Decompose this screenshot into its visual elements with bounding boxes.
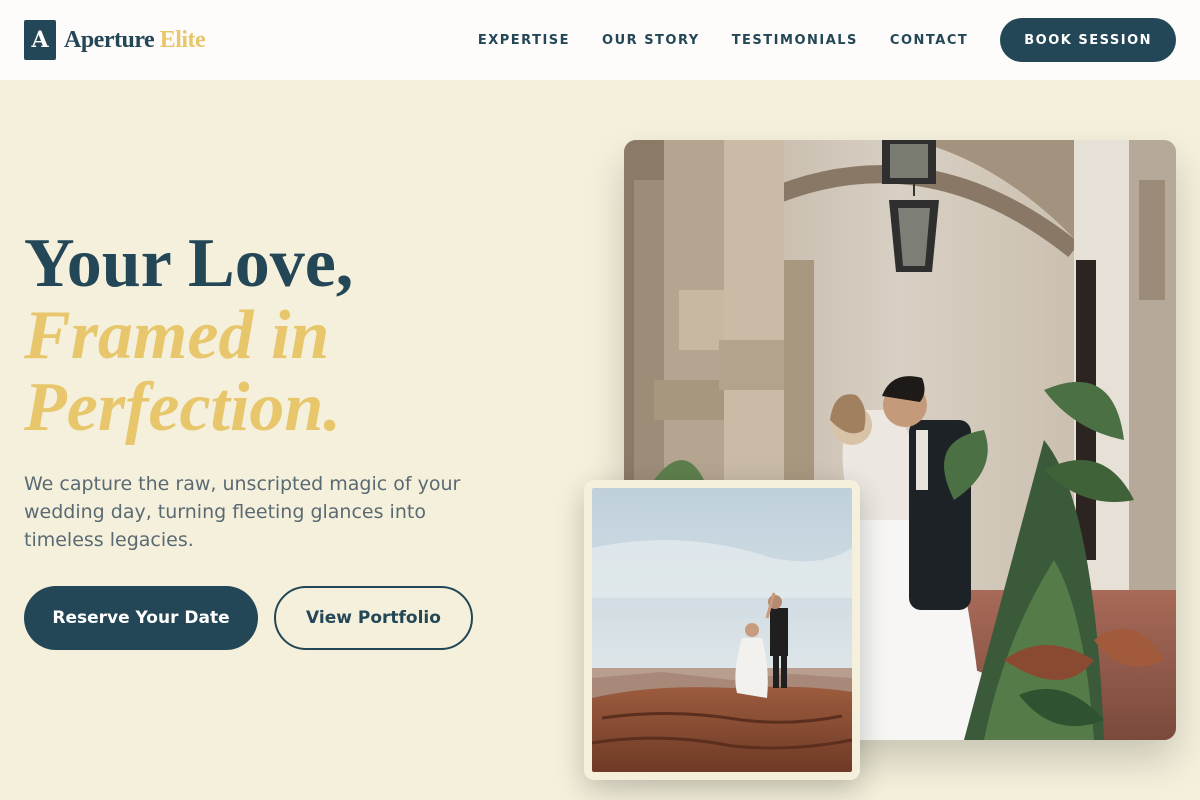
inset-wedding-photo — [584, 480, 860, 780]
nav-link-expertise[interactable]: EXPERTISE — [478, 33, 570, 48]
nav-link-our-story[interactable]: OUR STORY — [602, 33, 700, 48]
reserve-date-button[interactable]: Reserve Your Date — [24, 586, 258, 650]
logo-mark: A — [24, 20, 56, 60]
brand-logo[interactable]: A Aperture Elite — [24, 20, 206, 60]
nav-links: EXPERTISE OUR STORY TESTIMONIALS CONTACT… — [478, 18, 1176, 62]
hero-heading: Your Love, Framed in Perfection. — [24, 228, 353, 444]
hero-heading-line3: Perfection. — [24, 369, 341, 446]
hero-heading-line2: Framed in — [24, 297, 330, 374]
hero-heading-line1: Your Love, — [24, 225, 354, 302]
logo-text: Aperture Elite — [64, 26, 206, 54]
navbar: A Aperture Elite EXPERTISE OUR STORY TES… — [0, 0, 1200, 80]
logo-word-primary: Aperture — [64, 26, 155, 53]
view-portfolio-button[interactable]: View Portfolio — [274, 586, 473, 650]
nav-link-contact[interactable]: CONTACT — [890, 33, 968, 48]
book-session-button[interactable]: BOOK SESSION — [1000, 18, 1176, 62]
logo-word-accent: Elite — [159, 26, 206, 53]
hero-subtitle: We capture the raw, unscripted magic of … — [24, 473, 461, 551]
nav-link-testimonials[interactable]: TESTIMONIALS — [732, 33, 858, 48]
